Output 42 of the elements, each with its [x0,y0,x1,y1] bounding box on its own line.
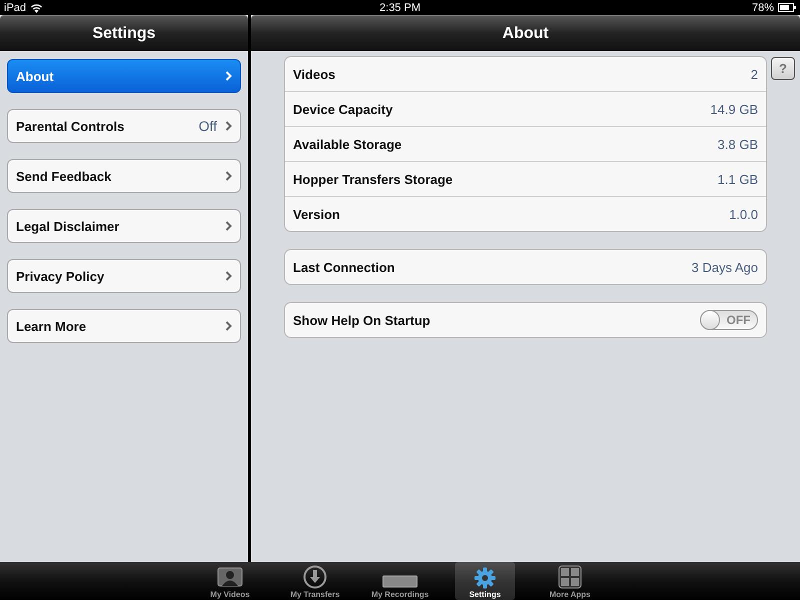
row-value: 3 Days Ago [692,260,758,274]
row-value: 2 [750,66,758,82]
chevron-icon [225,321,232,331]
wifi-icon [30,2,44,12]
monitor-icon [217,567,243,589]
sidebar-item[interactable]: About [7,59,241,93]
receiver-icon [382,573,418,589]
tab-item[interactable]: My Recordings [370,562,430,600]
device-name: iPad [4,2,26,14]
chevron-icon [225,271,232,281]
battery-icon [778,3,796,12]
chevron-icon [225,221,232,231]
row-label: Device Capacity [293,102,393,116]
row-label: Last Connection [293,260,395,274]
row-value: 1.0.0 [729,206,758,222]
row-label: Show Help On Startup [293,312,430,328]
detail-title: About [502,24,549,42]
sidebar-title: Settings [92,24,156,42]
row-label: Version [293,206,340,222]
tab-item[interactable]: My Videos [200,562,260,600]
download-icon [303,565,327,589]
tab-item[interactable]: Settings [455,562,515,600]
sidebar-item[interactable]: Send Feedback [7,159,241,193]
row-label: Videos [293,66,336,82]
row-value: 14.9 GB [710,102,758,116]
status-time: 2:35 PM [378,2,422,14]
row-label: Hopper Transfers Storage [293,172,453,186]
chevron-icon [225,121,232,131]
tab-item[interactable]: My Transfers [285,562,345,600]
battery-percent: 78% [752,2,774,14]
sidebar-item[interactable]: Privacy Policy [7,259,241,293]
row-label: Available Storage [293,136,402,152]
row-value: 3.8 GB [718,136,758,152]
chevron-icon [225,171,232,181]
chevron-icon [225,71,232,81]
row-value: 1.1 GB [718,172,758,186]
sidebar-item[interactable]: Parental Controls Off [7,109,241,143]
sidebar-item[interactable]: Learn More [7,309,241,343]
tab-item[interactable]: More Apps [540,562,600,600]
help-button[interactable]: ? [771,57,795,80]
grid-icon [558,565,582,589]
sidebar-item[interactable]: Legal Disclaimer [7,209,241,243]
